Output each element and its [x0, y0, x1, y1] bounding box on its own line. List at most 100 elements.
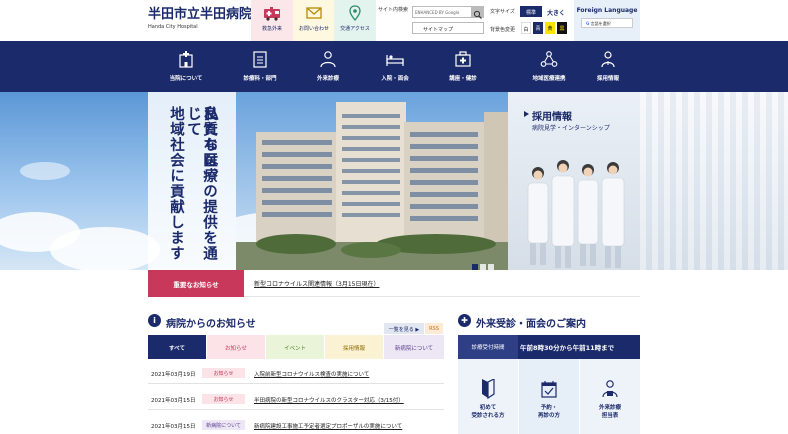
bg-color-label: 背景色変更	[490, 27, 516, 33]
nav-item-inpatient[interactable]: 入院・面会	[365, 41, 425, 92]
font-size-label: 文字サイズ	[490, 9, 515, 15]
network-icon	[540, 51, 558, 67]
font-size-large-button[interactable]: 大きく	[545, 6, 567, 17]
recruit-title: 採用情報	[532, 112, 572, 123]
quick-link-label: 交通アクセス	[340, 26, 370, 32]
recruit-banner[interactable]: 採用情報 病院見学・インターンシップ	[508, 92, 640, 270]
rss-link[interactable]: RSS	[425, 323, 443, 334]
reception-hours-label: 診療受付時間	[458, 335, 518, 359]
hero-catchphrase: 私たちは、 良質な医療の提供を通じて 地域社会に貢献します	[148, 92, 236, 270]
catch-line-3: 地域社会に貢献します	[168, 106, 185, 261]
search-button[interactable]	[472, 6, 484, 19]
first-visit-card[interactable]: 初めて 受診される方	[458, 359, 518, 434]
sitemap-label: サイトマップ	[423, 27, 454, 33]
global-nav: 当院について 診療科・部門 外来診療 入院・面会 講座・健診 地域医療連携 採用…	[0, 41, 788, 92]
medical-kit-icon	[455, 51, 471, 67]
card-label-line1: 予約・	[540, 405, 558, 411]
quick-link-access[interactable]: 交通アクセス	[334, 0, 376, 41]
revisit-card[interactable]: 予約・ 再診の方	[519, 359, 579, 434]
medical-staff-image	[527, 160, 625, 268]
bg-color-black-button[interactable]: 黒	[557, 22, 567, 34]
reception-hours-value: 午前8時30分から午前11時まで	[520, 344, 615, 352]
news-category-badge: お知らせ	[202, 394, 245, 404]
nav-item-outpatient[interactable]: 外来診療	[298, 41, 358, 92]
hospital-name-en: Handa City Hospital	[148, 24, 198, 30]
card-label-line2: 担当表	[601, 413, 619, 419]
news-category-badge: 新病院について	[202, 420, 245, 430]
nav-item-checkups[interactable]: 講座・健診	[433, 41, 493, 92]
tab-notice[interactable]: お知らせ	[207, 335, 265, 359]
bg-color-white-button[interactable]: 白	[521, 22, 531, 34]
news-row: 2021年03月15日 新病院について 新病院建設工事施工予定者選定プロポーザル…	[148, 414, 444, 434]
hospital-name: 半田市立半田病院	[148, 7, 253, 22]
recruit-subtitle: 病院見学・インターンシップ	[532, 125, 610, 132]
nav-item-label: 診療科・部門	[243, 76, 277, 82]
foreign-language-label: Foreign Language	[576, 7, 638, 14]
bg-color-blue-button[interactable]: 青	[533, 22, 543, 34]
search-input[interactable]: ENHANCED BY Google	[412, 6, 472, 18]
news-date: 2021年03月15日	[151, 398, 196, 404]
news-section-title: 病院からのお知らせ	[166, 319, 256, 330]
arrow-right-icon	[524, 111, 529, 117]
sky-image	[0, 92, 160, 270]
bed-icon	[386, 55, 404, 66]
reception-hours-bar: 診療受付時間 午前8時30分から午前11時まで	[458, 335, 640, 359]
quick-link-label: お問い合わせ	[298, 26, 329, 32]
font-size-standard-button[interactable]: 標準	[520, 6, 542, 17]
news-title-link[interactable]: 入院前新型コロナウイルス検査の実施について	[254, 370, 369, 378]
card-label-line1: 外来診療	[598, 405, 621, 411]
calendar-icon	[541, 381, 557, 398]
slider-dots	[472, 255, 496, 270]
tab-event[interactable]: イベント	[266, 335, 324, 359]
site-logo[interactable]: 半田市立半田病院 Handa City Hospital	[148, 7, 252, 30]
schedule-card[interactable]: 外来診療 担当表	[580, 359, 640, 434]
outpatient-section-title: 外来受診・面会のご案内	[476, 319, 586, 330]
news-row: 2021年03月15日 お知らせ 半田病院の新型コロナウイルスのクラスター対応（…	[148, 388, 444, 410]
info-icon: i	[148, 314, 161, 327]
quick-link-contact[interactable]: お問い合わせ	[293, 0, 335, 41]
important-notice-label: 重要なお知らせ	[148, 270, 244, 297]
doctor-icon	[320, 51, 336, 68]
nav-item-departments[interactable]: 診療科・部門	[230, 41, 290, 92]
bg-color-yellow-button[interactable]: 黄	[545, 22, 555, 34]
news-date: 2021年03月19日	[151, 372, 196, 378]
nav-item-community[interactable]: 地域医療連携	[519, 41, 579, 92]
nav-item-about[interactable]: 当院について	[156, 41, 216, 92]
nav-item-label: 入院・面会	[381, 76, 409, 82]
translate-label: 言語を選択	[590, 21, 611, 26]
tab-new-hospital[interactable]: 新病院について	[384, 335, 444, 359]
tab-recruit[interactable]: 採用情報	[325, 335, 383, 359]
important-notice-link[interactable]: 新型コロナウイルス関連情報（3月15日現在）	[254, 279, 379, 288]
card-label-line2: 受診される方	[471, 413, 505, 419]
news-date: 2021年03月15日	[151, 424, 196, 430]
quick-link-label: 救急外来	[261, 26, 282, 32]
hero-right-image	[640, 92, 788, 270]
nav-item-label: 採用情報	[596, 76, 619, 82]
news-title-link[interactable]: 半田病院の新型コロナウイルスのクラスター対応（3/15付）	[254, 396, 404, 404]
hero-banner: 私たちは、 良質な医療の提供を通じて 地域社会に貢献します 採用情報 病院見学・…	[0, 92, 788, 270]
news-row: 2021年03月19日 お知らせ 入院前新型コロナウイルス検査の実施について	[148, 362, 444, 384]
news-title-link[interactable]: 新病院建設工事施工予定者選定プロポーザルの実施について	[254, 422, 402, 430]
site-search-label: サイト内検索	[378, 7, 409, 13]
news-more-link[interactable]: 一覧を見る ▶	[384, 323, 424, 334]
nav-item-recruit[interactable]: 採用情報	[578, 41, 638, 92]
nav-item-label: 講座・健診	[449, 76, 477, 82]
hospital-icon	[179, 51, 193, 68]
site-header: 半田市立半田病院 Handa City Hospital 救急外来 お問い合わせ…	[0, 0, 788, 41]
doctor-schedule-icon	[602, 380, 618, 398]
beginner-mark-icon	[482, 379, 495, 399]
clipboard-icon	[253, 51, 267, 68]
nav-item-label: 当院について	[169, 76, 203, 82]
card-label-line1: 初めて	[479, 405, 497, 411]
person-icon	[601, 51, 615, 68]
translate-select[interactable]: G 言語を選択	[581, 18, 633, 28]
hospital-building-image	[236, 92, 508, 270]
sitemap-button[interactable]: サイトマップ	[412, 22, 484, 34]
tab-all[interactable]: すべて	[148, 335, 206, 359]
quick-link-emergency[interactable]: 救急外来	[251, 0, 293, 41]
news-category-badge: お知らせ	[202, 368, 245, 378]
card-label-line2: 再診の方	[537, 413, 560, 419]
google-g-icon: G	[586, 21, 590, 26]
catch-line-2: 良質な医療の提供を通じて	[185, 106, 218, 261]
mail-icon	[306, 7, 322, 19]
